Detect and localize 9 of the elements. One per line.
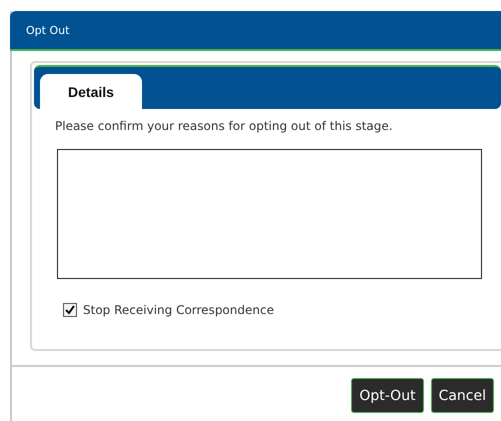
checkmark-icon <box>65 305 75 315</box>
prompt-text: Please confirm your reasons for opting out of this stage. <box>55 119 394 133</box>
opt-out-button[interactable]: Opt-Out <box>351 378 424 413</box>
stop-correspondence-checkbox[interactable] <box>63 303 77 317</box>
reason-field[interactable] <box>57 149 482 279</box>
window-title: Opt Out <box>26 24 70 36</box>
cancel-button[interactable]: Cancel <box>430 378 494 413</box>
checkbox-label: Stop Receiving Correspondence <box>83 303 274 317</box>
details-tab[interactable]: Details <box>40 74 142 109</box>
